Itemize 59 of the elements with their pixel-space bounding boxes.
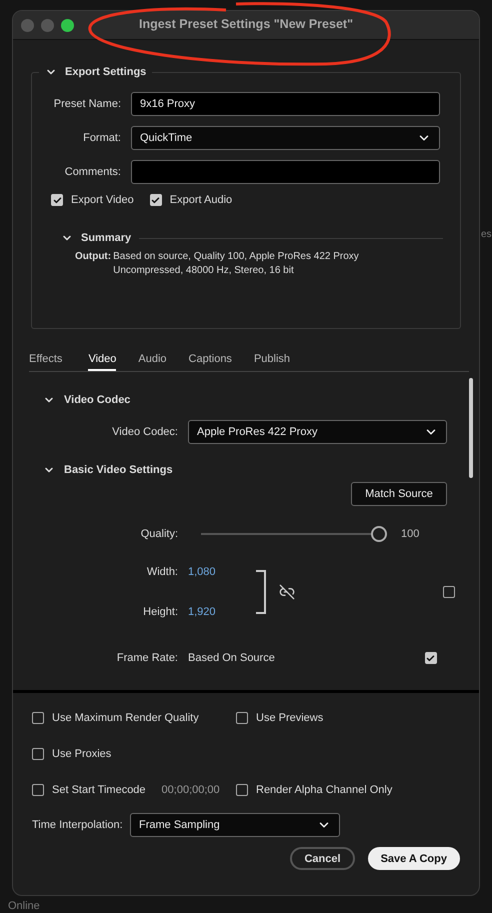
dimension-value[interactable]: 1,080 <box>188 566 216 578</box>
scrollbar-thumb[interactable] <box>469 378 473 478</box>
tab[interactable]: Video <box>88 353 116 371</box>
quality-slider[interactable] <box>201 526 387 542</box>
checkbox[interactable] <box>442 586 455 598</box>
checkbox-label: Use Maximum Render Quality <box>52 712 199 724</box>
section-heading: Export Settings <box>65 66 146 78</box>
output-text: Based on source, Quality 100, Apple ProRes 422 Proxy <box>113 250 359 264</box>
cancel-button[interactable]: Cancel <box>290 847 355 870</box>
field-label: Video Codec: <box>111 426 179 438</box>
format-dropdown[interactable]: QuickTime <box>131 126 440 150</box>
text-field[interactable]: 9x16 Proxy <box>131 92 440 116</box>
checkbox-label: Render Alpha Channel Only <box>256 784 392 796</box>
slider-thumb[interactable] <box>371 526 387 542</box>
checkbox[interactable] <box>32 712 44 724</box>
tab[interactable]: Audio <box>138 353 167 371</box>
text-field[interactable] <box>131 160 440 184</box>
timecode-value: 00;00;00;00 <box>162 784 220 796</box>
checkbox-label: Set Start Timecode <box>52 784 146 796</box>
checkbox[interactable] <box>236 712 248 724</box>
checkbox[interactable] <box>51 194 63 206</box>
checkbox-label: Use Previews <box>256 712 324 724</box>
checkbox[interactable] <box>236 784 248 796</box>
zoom-button[interactable] <box>61 18 74 32</box>
checkbox[interactable] <box>424 652 437 664</box>
window-title: Ingest Preset Settings "New Preset" <box>138 17 353 31</box>
field-label: Preset Name: <box>52 98 122 110</box>
tab[interactable]: Publish <box>254 353 290 371</box>
background-label: es <box>481 229 492 240</box>
interpolation-dropdown[interactable]: Frame Sampling <box>130 813 340 837</box>
field-label: Quality: <box>140 528 179 540</box>
match-source-button[interactable]: Match Source <box>351 482 447 506</box>
checkbox[interactable] <box>150 194 162 206</box>
link-bracket <box>256 570 266 614</box>
save-button[interactable]: Save A Copy <box>368 847 460 870</box>
output-text: Uncompressed, 48000 Hz, Stereo, 16 bit <box>113 264 295 278</box>
output-label: Output: <box>75 250 112 264</box>
checkbox-label: Export Video <box>71 194 134 206</box>
field-label: Width: <box>146 566 179 578</box>
codec-dropdown[interactable]: Apple ProRes 422 Proxy <box>188 420 447 444</box>
field-label: Time Interpolation: <box>32 819 124 831</box>
field-label: Frame Rate: <box>116 652 179 664</box>
field-label: Format: <box>82 132 122 144</box>
checkbox[interactable] <box>32 784 44 796</box>
quality-value: 100 <box>401 528 420 540</box>
background-label: Online <box>8 900 40 912</box>
tab[interactable]: Effects <box>29 353 62 371</box>
checkbox-label: Use Proxies <box>52 748 112 760</box>
section-heading: Summary <box>81 232 132 244</box>
frame-rate-value: Based On Source <box>188 652 275 664</box>
checkbox-label: Export Audio <box>170 194 232 206</box>
checkbox[interactable] <box>32 748 44 760</box>
tab[interactable]: Captions <box>188 353 232 371</box>
section-heading: Basic Video Settings <box>64 464 173 476</box>
field-label: Comments: <box>64 166 122 178</box>
field-label: Height: <box>142 606 179 618</box>
dimension-value[interactable]: 1,920 <box>188 606 216 618</box>
section-heading: Video Codec <box>64 394 130 406</box>
unlink-icon[interactable] <box>278 584 295 600</box>
